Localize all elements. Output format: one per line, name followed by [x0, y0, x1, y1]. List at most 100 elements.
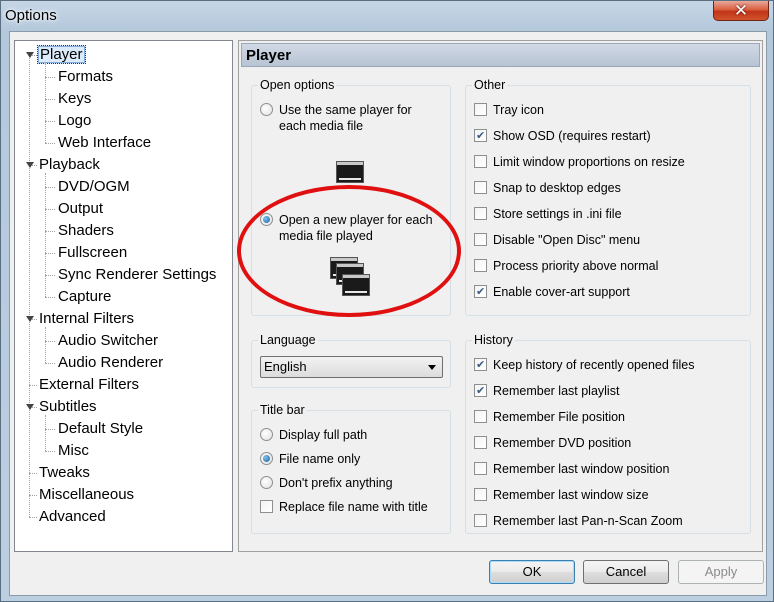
other-option-check[interactable]: [474, 259, 487, 272]
tree-connector: [45, 77, 55, 78]
tree-expand-icon[interactable]: [26, 162, 34, 168]
replace-file-name-check[interactable]: [260, 500, 273, 513]
other-option-checkbox[interactable]: Disable "Open Disc" menu: [474, 232, 744, 248]
other-option-check[interactable]: [474, 155, 487, 168]
tree-item[interactable]: Miscellaneous: [37, 485, 136, 505]
history-option-checkbox[interactable]: Remember last playlist: [474, 383, 744, 399]
tree-item[interactable]: Advanced: [37, 507, 108, 527]
tree-item[interactable]: DVD/OGM: [56, 177, 132, 197]
tree-item[interactable]: External Filters: [37, 375, 141, 395]
tree-item[interactable]: Internal Filters: [37, 309, 136, 329]
other-option-label: Process priority above normal: [493, 259, 659, 273]
tree-item[interactable]: Audio Switcher: [56, 331, 160, 351]
same-player-radio-button[interactable]: [260, 103, 273, 116]
tree-item[interactable]: Shaders: [56, 221, 116, 241]
title-bar-option-label: File name only: [279, 452, 361, 466]
tree-item[interactable]: Tweaks: [37, 463, 92, 483]
tree-item[interactable]: Subtitles: [37, 397, 99, 417]
tree-expand-icon[interactable]: [26, 52, 34, 58]
history-option-check[interactable]: [474, 488, 487, 501]
history-option-checkbox[interactable]: Keep history of recently opened files: [474, 357, 744, 373]
other-option-checkbox[interactable]: Process priority above normal: [474, 258, 744, 274]
history-option-label: Remember last window size: [493, 488, 649, 502]
other-option-checkbox[interactable]: Tray icon: [474, 102, 744, 118]
history-option-label: Keep history of recently opened files: [493, 358, 695, 372]
history-option-label: Remember last Pan-n-Scan Zoom: [493, 514, 683, 528]
title-bar-option-radio[interactable]: [260, 428, 273, 441]
tree-item-label: Misc: [58, 442, 89, 459]
language-select[interactable]: English: [260, 356, 443, 378]
other-option-checkbox[interactable]: Show OSD (requires restart): [474, 128, 744, 144]
tree-item[interactable]: Fullscreen: [56, 243, 129, 263]
other-option-checkbox[interactable]: Snap to desktop edges: [474, 180, 744, 196]
tree-expand-icon[interactable]: [26, 404, 34, 410]
title-bar-group: Title bar Display full path File name onl…: [251, 402, 451, 534]
title-bar-option-radio[interactable]: [260, 476, 273, 489]
page-title: Player: [246, 47, 292, 64]
tree-connector: [45, 99, 55, 100]
history-option-check[interactable]: [474, 383, 487, 399]
tree-item[interactable]: Misc: [56, 441, 91, 461]
tree-item[interactable]: Output: [56, 199, 105, 219]
other-option-checkbox[interactable]: Enable cover-art support: [474, 284, 744, 300]
history-option-checkbox[interactable]: Remember DVD position: [474, 435, 744, 451]
tree-item[interactable]: Logo: [56, 111, 93, 131]
tree-connector: [45, 341, 55, 342]
apply-button[interactable]: Apply: [678, 560, 764, 584]
options-tree[interactable]: Player Formats Keys Logo Web Interface Playba…: [14, 40, 233, 552]
other-option-check[interactable]: [474, 284, 487, 300]
history-option-check[interactable]: [474, 462, 487, 475]
tree-item[interactable]: Formats: [56, 67, 115, 87]
other-option-label: Limit window proportions on resize: [493, 155, 685, 169]
title-bar-option[interactable]: Don't prefix anything: [260, 475, 445, 491]
history-option-check[interactable]: [474, 514, 487, 527]
ok-button[interactable]: OK: [489, 560, 575, 584]
title-bar-option-radio[interactable]: [260, 452, 273, 465]
other-option-checkbox[interactable]: Limit window proportions on resize: [474, 154, 744, 170]
history-option-check[interactable]: [474, 436, 487, 449]
tree-connector: [29, 385, 37, 386]
tree-item[interactable]: Playback: [37, 155, 102, 175]
same-player-radio[interactable]: Use the same player for each media file: [260, 102, 445, 136]
other-option-check[interactable]: [474, 103, 487, 116]
tree-item[interactable]: Sync Renderer Settings: [56, 265, 218, 285]
other-option-label: Show OSD (requires restart): [493, 129, 651, 143]
history-option-check[interactable]: [474, 410, 487, 423]
tree-item[interactable]: Audio Renderer: [56, 353, 165, 373]
tree-item[interactable]: Keys: [56, 89, 93, 109]
other-option-check[interactable]: [474, 233, 487, 246]
other-option-check[interactable]: [474, 207, 487, 220]
same-player-label-line1: Use the same player for: [279, 103, 412, 117]
history-option-checkbox[interactable]: Remember last window size: [474, 487, 744, 503]
tree-connector: [45, 231, 55, 232]
settings-panel: Player Open options Use the same player …: [237, 40, 763, 552]
tree-item-label: Default Style: [58, 420, 144, 437]
tree-connector: [45, 253, 55, 254]
history-option-label: Remember last playlist: [493, 384, 620, 398]
replace-file-name-checkbox[interactable]: Replace file name with title: [260, 499, 445, 515]
history-option-check[interactable]: [474, 357, 487, 373]
single-player-icon: [336, 161, 364, 183]
tree-item[interactable]: Web Interface: [56, 133, 153, 153]
language-group: Language English: [251, 332, 451, 388]
history-option-checkbox[interactable]: Remember File position: [474, 409, 744, 425]
tree-connector: [45, 363, 55, 364]
tree-item[interactable]: Default Style: [56, 419, 145, 439]
other-option-checkbox[interactable]: Store settings in .ini file: [474, 206, 744, 222]
other-option-check[interactable]: [474, 128, 487, 144]
tree-item[interactable]: Capture: [56, 287, 113, 307]
window-title: Options: [5, 7, 57, 24]
other-option-check[interactable]: [474, 181, 487, 194]
tree-connector: [29, 495, 37, 496]
title-bar-option[interactable]: Display full path: [260, 427, 445, 443]
history-option-checkbox[interactable]: Remember last window position: [474, 461, 744, 477]
history-title: History: [472, 332, 515, 348]
history-option-checkbox[interactable]: Remember last Pan-n-Scan Zoom: [474, 513, 744, 529]
tree-expand-icon[interactable]: [26, 316, 34, 322]
close-button[interactable]: ✕: [713, 1, 769, 21]
tree-item[interactable]: Player: [37, 45, 86, 65]
cancel-button[interactable]: Cancel: [583, 560, 669, 584]
title-bar[interactable]: Options ✕: [1, 1, 773, 31]
title-bar-option[interactable]: File name only: [260, 451, 445, 467]
tree-connector: [45, 297, 55, 298]
